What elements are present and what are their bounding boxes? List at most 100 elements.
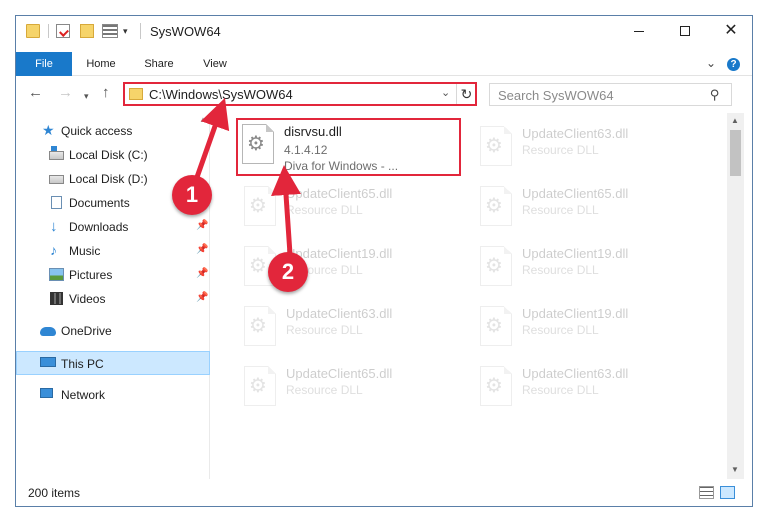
pin-icon[interactable]: 📌 <box>196 268 208 279</box>
sidebar-item-label: Pictures <box>69 268 113 282</box>
sidebar-item-this-pc[interactable]: This PC <box>16 351 210 375</box>
drive-icon <box>49 175 64 184</box>
details-view-icon[interactable] <box>699 486 714 499</box>
tab-file[interactable]: File <box>16 52 72 76</box>
tab-share[interactable]: Share <box>134 52 184 76</box>
ribbon-tabs: File Home Share View ⌄ ? <box>16 52 752 76</box>
maximize-icon <box>680 26 690 36</box>
dll-file-icon <box>480 306 512 346</box>
step-1-badge: 1 <box>172 175 212 215</box>
pin-icon[interactable]: 📌 <box>196 220 208 231</box>
sidebar-item-local-disk-c[interactable]: Local Disk (C:) <box>16 143 210 167</box>
close-icon: ✕ <box>724 22 738 39</box>
address-bar[interactable]: C:\Windows\SysWOW64 ⌄ ↻ <box>123 82 477 106</box>
download-icon: ↓ <box>50 218 58 235</box>
file-tile[interactable]: UpdateClient19.dll Resource DLL <box>474 300 699 358</box>
sidebar-item-label: Music <box>69 244 101 258</box>
scroll-up-icon[interactable]: ▲ <box>731 116 739 125</box>
file-version: 4.1.4.12 <box>284 143 328 157</box>
file-name: UpdateClient65.dll <box>286 366 393 381</box>
sidebar-item-label: Documents <box>69 196 130 210</box>
expand-ribbon-icon[interactable]: ⌄ <box>706 56 716 70</box>
address-dropdown-icon[interactable]: ⌄ <box>441 86 450 99</box>
file-description: Diva for Windows - ... <box>284 159 399 173</box>
properties-icon[interactable] <box>56 24 70 38</box>
file-tile[interactable]: UpdateClient63.dll Resource DLL <box>238 300 463 358</box>
help-icon[interactable]: ? <box>727 58 740 71</box>
quick-access-divider <box>48 24 49 38</box>
up-arrow-icon[interactable]: ↑ <box>102 85 110 101</box>
status-bar: 200 items <box>16 480 752 506</box>
file-name: UpdateClient65.dll <box>522 186 629 201</box>
sidebar-item-network[interactable]: Network <box>16 383 210 407</box>
file-description: Resource DLL <box>286 323 363 337</box>
scroll-down-icon[interactable]: ▼ <box>731 465 739 474</box>
folder-icon[interactable] <box>26 24 40 38</box>
search-icon[interactable]: ⚲ <box>710 87 720 103</box>
address-path[interactable]: C:\Windows\SysWOW64 <box>149 87 293 102</box>
cloud-icon <box>40 327 56 336</box>
tab-home[interactable]: Home <box>76 52 126 76</box>
new-folder-icon[interactable] <box>80 24 94 38</box>
drive-icon <box>49 146 64 160</box>
dll-file-icon <box>480 186 512 226</box>
computer-icon <box>40 357 56 367</box>
view-layout-icon[interactable] <box>102 24 118 38</box>
file-list: disrvsu.dll 4.1.4.12 Diva for Windows - … <box>212 113 725 479</box>
file-name: UpdateClient63.dll <box>286 306 393 321</box>
videos-icon <box>50 292 63 305</box>
file-tile[interactable]: UpdateClient65.dll Resource DLL <box>238 180 463 238</box>
close-button[interactable]: ✕ <box>708 16 754 46</box>
sidebar-item-label: Local Disk (C:) <box>69 148 148 162</box>
recent-locations-icon[interactable]: ▾ <box>84 88 89 104</box>
tab-view[interactable]: View <box>190 52 240 76</box>
star-icon: ★ <box>42 122 55 138</box>
sidebar-item-music[interactable]: ♪ Music 📌 <box>16 239 210 263</box>
file-description: Resource DLL <box>522 143 599 157</box>
file-tile[interactable]: UpdateClient65.dll Resource DLL <box>474 180 699 238</box>
file-name: UpdateClient65.dll <box>286 186 393 201</box>
documents-icon <box>51 196 62 209</box>
dll-file-icon <box>244 366 276 406</box>
file-description: Resource DLL <box>522 323 599 337</box>
file-tile[interactable]: UpdateClient19.dll Resource DLL <box>474 240 699 298</box>
file-tile[interactable]: UpdateClient65.dll Resource DLL <box>238 360 463 418</box>
forward-arrow-icon[interactable]: → <box>58 85 73 101</box>
pin-icon[interactable]: 📌 <box>196 292 208 303</box>
vertical-scrollbar[interactable]: ▲ ▼ <box>727 113 744 479</box>
sidebar-item-label: Local Disk (D:) <box>69 172 148 186</box>
sidebar-item-label: Quick access <box>61 124 133 138</box>
step-2-badge: 2 <box>268 252 308 292</box>
file-name: UpdateClient63.dll <box>522 366 629 381</box>
file-description: Resource DLL <box>522 203 599 217</box>
maximize-button[interactable] <box>662 16 708 46</box>
file-tile[interactable]: UpdateClient63.dll Resource DLL <box>474 120 699 178</box>
sidebar-item-pictures[interactable]: Pictures 📌 <box>16 263 210 287</box>
sidebar-item-onedrive[interactable]: OneDrive <box>16 319 210 343</box>
sidebar-item-videos[interactable]: Videos 📌 <box>16 287 210 311</box>
pin-icon[interactable]: 📌 <box>196 244 208 255</box>
file-description: Resource DLL <box>522 383 599 397</box>
sidebar-item-quick-access[interactable]: ★ Quick access <box>16 119 210 143</box>
tiles-view-icon[interactable] <box>720 486 735 499</box>
title-divider <box>140 23 141 39</box>
file-description: Resource DLL <box>522 263 599 277</box>
file-name: UpdateClient19.dll <box>522 306 629 321</box>
minimize-button[interactable] <box>616 16 662 46</box>
dll-file-icon <box>242 124 274 164</box>
search-placeholder: Search SysWOW64 <box>498 88 614 103</box>
file-name: UpdateClient19.dll <box>522 246 629 261</box>
scrollbar-thumb[interactable] <box>730 130 741 176</box>
network-icon <box>40 388 53 398</box>
dll-file-icon <box>480 126 512 166</box>
sidebar-item-downloads[interactable]: ↓ Downloads 📌 <box>16 215 210 239</box>
file-tile-disrvsu[interactable]: disrvsu.dll 4.1.4.12 Diva for Windows - … <box>236 118 461 176</box>
customize-toolbar-dropdown[interactable]: ▾ <box>123 26 133 36</box>
sidebar-item-label: Downloads <box>69 220 129 234</box>
search-input[interactable]: Search SysWOW64 ⚲ <box>489 83 732 106</box>
refresh-icon[interactable]: ↻ <box>456 84 476 104</box>
dll-file-icon <box>480 246 512 286</box>
file-tile[interactable]: UpdateClient63.dll Resource DLL <box>474 360 699 418</box>
back-arrow-icon[interactable]: ← <box>28 85 43 101</box>
sidebar-item-label: OneDrive <box>61 324 112 338</box>
